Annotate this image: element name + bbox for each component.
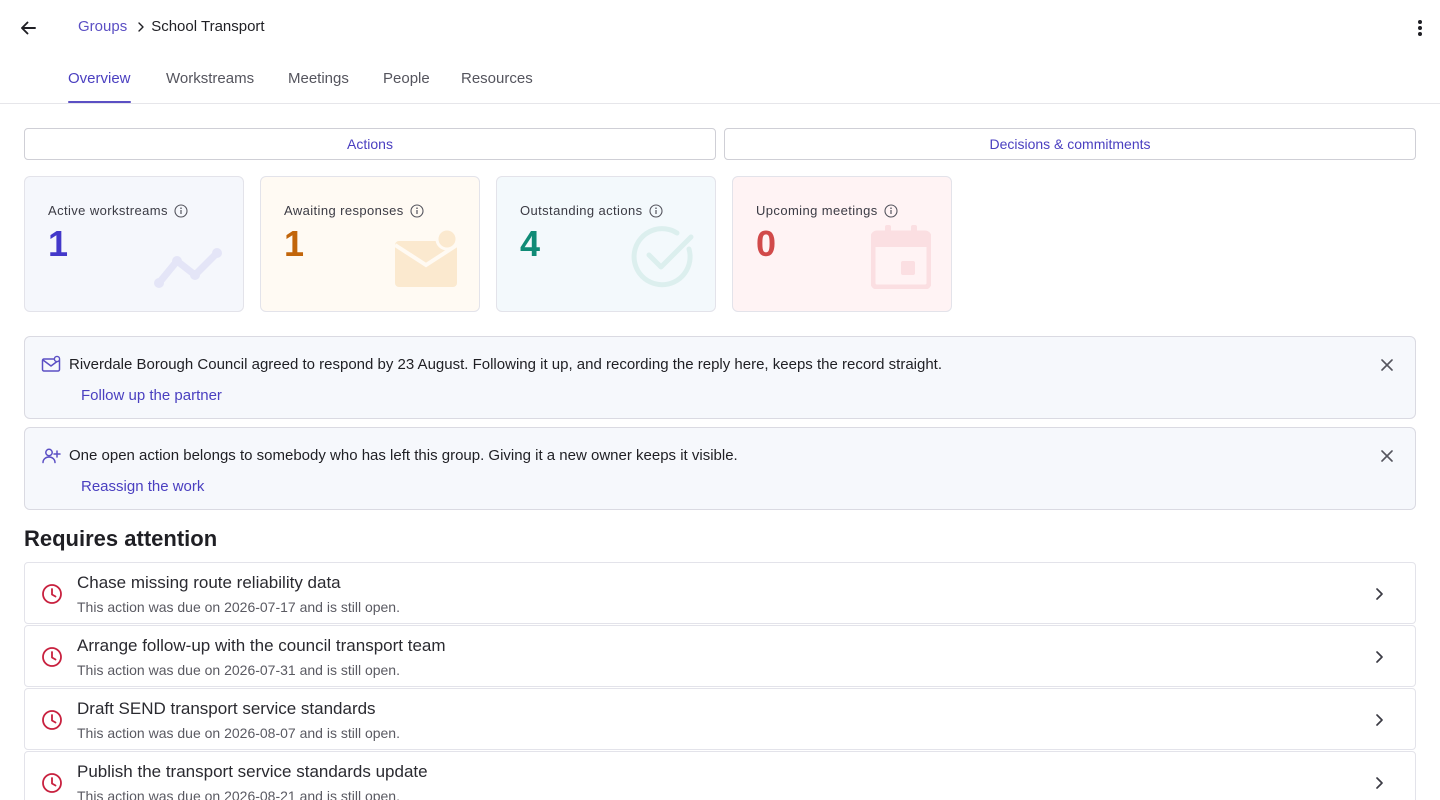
chevron-right-icon — [1371, 774, 1387, 792]
card-value: 0 — [756, 223, 777, 264]
attention-item-subtitle: This action was due on 2026-07-17 and is… — [77, 599, 400, 615]
arrow-left-icon — [21, 21, 36, 35]
card-upcoming-meetings[interactable]: Upcoming meetings 0 — [732, 176, 952, 312]
chevron-right-icon — [1371, 711, 1387, 729]
attention-item[interactable]: Arrange follow-up with the council trans… — [24, 625, 1416, 687]
info-icon[interactable] — [410, 203, 424, 218]
attention-item-title: Draft SEND transport service standards — [77, 699, 376, 718]
info-icon[interactable] — [648, 203, 663, 218]
trend-line-icon — [154, 248, 222, 288]
breadcrumb-current: School Transport — [151, 18, 265, 35]
back-button[interactable] — [14, 14, 42, 42]
card-label: Awaiting responses — [284, 203, 424, 218]
tab-bar: Overview Workstreams Meetings People Res… — [0, 56, 1440, 104]
breadcrumb-groups-link[interactable]: Groups — [78, 18, 127, 35]
notice-text: Riverdale Borough Council agreed to resp… — [69, 356, 943, 373]
card-label: Active workstreams — [48, 203, 188, 218]
card-value: 1 — [284, 223, 305, 264]
calendar-icon — [871, 225, 931, 289]
tab-workstreams[interactable]: Workstreams — [166, 70, 254, 103]
tab-people[interactable]: People — [383, 70, 430, 103]
notice-partner-followup: Riverdale Borough Council agreed to resp… — [24, 336, 1416, 419]
card-value: 1 — [48, 223, 69, 264]
card-awaiting-responses[interactable]: Awaiting responses 1 — [260, 176, 480, 312]
card-label: Outstanding actions — [520, 203, 663, 218]
attention-item-title: Arrange follow-up with the council trans… — [77, 636, 446, 655]
clock-icon — [41, 646, 63, 668]
clock-icon — [41, 583, 63, 605]
attention-item-subtitle: This action was due on 2026-07-31 and is… — [77, 662, 400, 678]
notice-reassign-work: One open action belongs to somebody who … — [24, 427, 1416, 510]
clock-icon — [41, 772, 63, 794]
tab-overview[interactable]: Overview — [68, 70, 131, 103]
follow-up-partner-link[interactable]: Follow up the partner — [81, 387, 222, 404]
chevron-right-icon — [137, 21, 145, 33]
attention-item-title: Chase missing route reliability data — [77, 573, 341, 592]
attention-item-subtitle: This action was due on 2026-08-21 and is… — [77, 788, 400, 800]
tab-resources[interactable]: Resources — [461, 70, 533, 103]
more-vertical-icon — [1418, 20, 1422, 36]
clock-icon — [41, 709, 63, 731]
info-icon[interactable] — [884, 203, 898, 218]
actions-button[interactable]: Actions — [24, 128, 716, 160]
close-icon[interactable] — [1377, 446, 1397, 466]
attention-item[interactable]: Draft SEND transport service standards T… — [24, 688, 1416, 750]
attention-item[interactable]: Chase missing route reliability data Thi… — [24, 562, 1416, 624]
card-label: Upcoming meetings — [756, 203, 898, 218]
more-options-button[interactable] — [1410, 14, 1430, 42]
notice-text: One open action belongs to somebody who … — [69, 447, 738, 464]
info-icon[interactable] — [174, 203, 188, 218]
attention-item[interactable]: Publish the transport service standards … — [24, 751, 1416, 800]
requires-attention-heading: Requires attention — [24, 526, 218, 551]
mail-notification-icon — [393, 229, 459, 287]
tab-meetings[interactable]: Meetings — [288, 70, 349, 103]
attention-item-title: Publish the transport service standards … — [77, 762, 428, 781]
attention-item-subtitle: This action was due on 2026-08-07 and is… — [77, 725, 400, 741]
top-bar: Groups School Transport — [0, 0, 1440, 56]
check-circle-icon — [631, 226, 694, 288]
chevron-right-icon — [1371, 585, 1387, 603]
card-outstanding-actions[interactable]: Outstanding actions 4 — [496, 176, 716, 312]
reassign-work-link[interactable]: Reassign the work — [81, 478, 204, 495]
close-icon[interactable] — [1377, 355, 1397, 375]
person-add-icon — [41, 446, 61, 466]
decisions-commitments-button[interactable]: Decisions & commitments — [724, 128, 1416, 160]
card-active-workstreams[interactable]: Active workstreams 1 — [24, 176, 244, 312]
card-value: 4 — [520, 223, 541, 264]
breadcrumb: Groups School Transport — [78, 18, 265, 35]
mail-icon — [41, 355, 61, 375]
chevron-right-icon — [1371, 648, 1387, 666]
